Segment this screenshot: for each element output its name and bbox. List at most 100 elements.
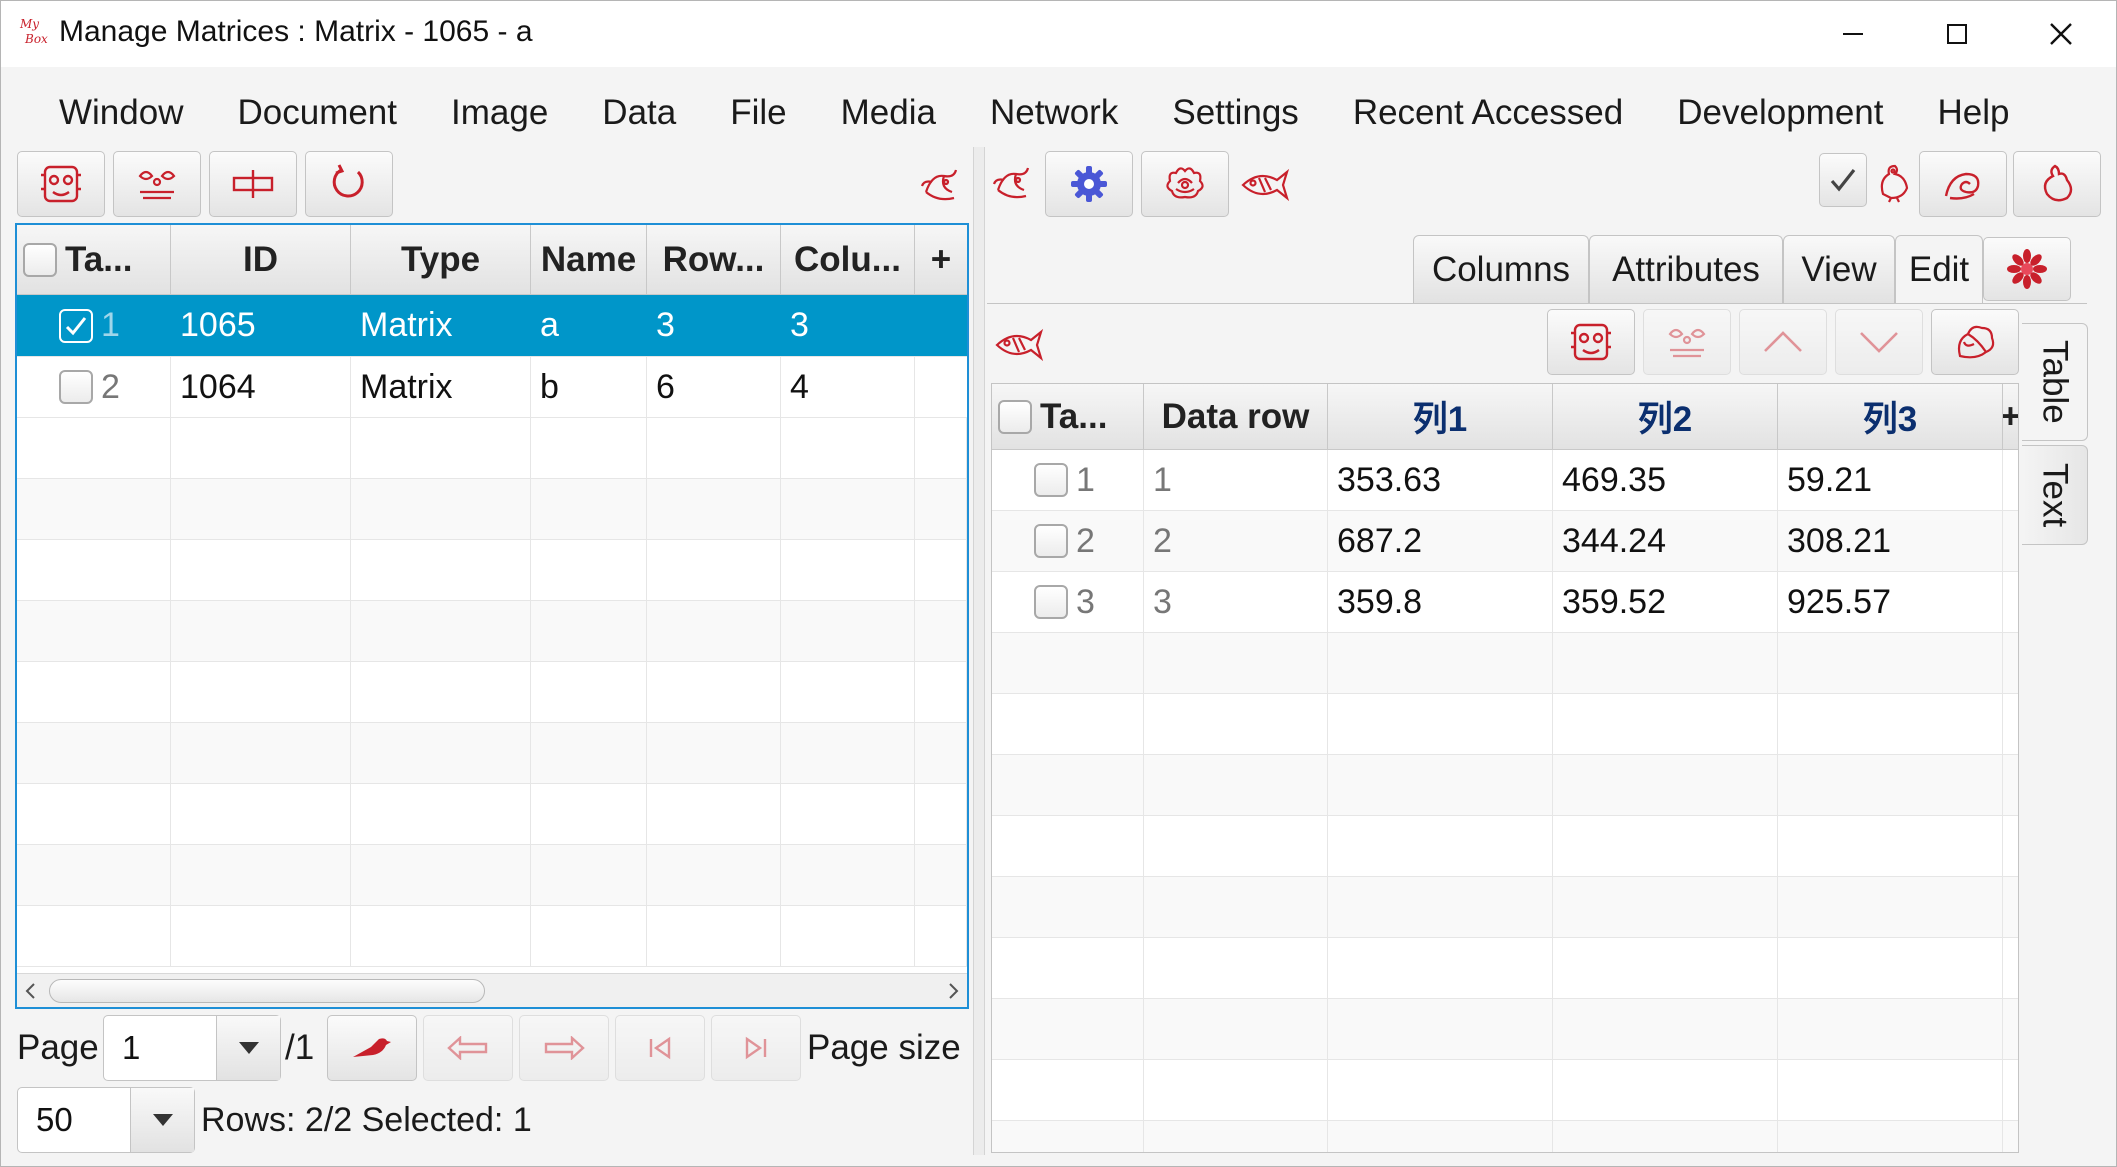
side-tab-table[interactable]: Table [2022,323,2088,441]
empty-cell [351,906,531,966]
tab-columns[interactable]: Columns [1413,235,1589,303]
column-header-type[interactable]: Type [351,225,531,294]
column-header-table-index[interactable]: Ta... [992,384,1144,449]
maximize-button[interactable] [1905,1,2009,67]
refresh-icon [332,164,364,198]
tab-menu-button[interactable] [1983,237,2071,301]
empty-rows [992,633,2018,1152]
empty-cell [2003,1121,2018,1152]
empty-cell [531,662,647,722]
column-header-columns[interactable]: Colu... [781,225,915,294]
table-row[interactable]: 3 3 359.8 359.52 925.57 [992,572,2018,633]
menu-settings[interactable]: Settings [1145,93,1325,133]
last-page-button[interactable] [711,1015,801,1081]
column-header-col3[interactable]: 列3 [1778,384,2003,449]
menu-file[interactable]: File [703,93,813,133]
more-functions-button[interactable] [2013,151,2101,217]
page-size-combo[interactable]: 50 [17,1087,195,1153]
column-header-table-index[interactable]: Ta... [17,225,171,294]
page-number-combo[interactable]: 1 [103,1015,281,1081]
split-pane-divider[interactable] [973,147,985,1155]
tab-edit[interactable]: Edit [1895,235,1983,303]
horizontal-scroll-thumb[interactable] [49,979,485,1003]
toggle-option-checkbox[interactable] [1819,153,1867,207]
cell-col2[interactable]: 359.52 [1553,572,1778,632]
row-checkbox[interactable] [1034,524,1068,558]
delete-rows-button[interactable] [1643,309,1731,375]
table-row[interactable]: 1 1 353.63 469.35 59.21 [992,450,2018,511]
data-menu-button[interactable] [1237,157,1293,213]
column-header-name[interactable]: Name [531,225,647,294]
side-tab-text[interactable]: Text [2022,445,2088,545]
data-functions-button[interactable] [1931,309,2019,375]
page-dropdown-button[interactable] [216,1016,280,1080]
data-table-menu-button[interactable] [991,317,1047,373]
data-definition-button[interactable] [1141,151,1229,217]
menu-help[interactable]: Help [1910,93,2036,133]
side-tab-table-label: Table [2035,340,2075,424]
row-checkbox[interactable] [1034,585,1068,619]
column-header-col1[interactable]: 列1 [1328,384,1553,449]
table-row[interactable]: 2 1064 Matrix b 6 4 [17,357,967,418]
menu-data[interactable]: Data [575,93,703,133]
page-size-value[interactable]: 50 [18,1088,130,1152]
cell-col3[interactable]: 308.21 [1778,511,2003,571]
matrix-add-button[interactable] [17,151,105,217]
move-up-button[interactable] [1739,309,1827,375]
empty-cell [1778,1060,2003,1120]
menu-document[interactable]: Document [210,93,424,133]
menu-image[interactable]: Image [424,93,575,133]
cell-col3[interactable]: 925.57 [1778,572,2003,632]
column-header-data-row[interactable]: Data row [1144,384,1328,449]
cell-col1[interactable]: 687.2 [1328,511,1553,571]
empty-cell [351,418,531,478]
select-all-checkbox[interactable] [23,242,57,277]
empty-cell [531,723,647,783]
horizontal-scrollbar[interactable] [17,973,967,1007]
table-row[interactable]: 2 2 687.2 344.24 308.21 [992,511,2018,572]
close-button[interactable] [2009,1,2113,67]
cell-col1[interactable]: 353.63 [1328,450,1553,510]
cell-col2[interactable]: 469.35 [1553,450,1778,510]
save-button[interactable] [1919,151,2007,217]
next-page-button[interactable] [519,1015,609,1081]
move-down-button[interactable] [1835,309,1923,375]
go-page-button[interactable] [327,1015,417,1081]
matrix-refresh-button[interactable] [305,151,393,217]
menu-media[interactable]: Media [814,93,963,133]
select-all-checkbox[interactable] [998,399,1032,434]
row-checkbox[interactable] [59,308,93,343]
matrix-clear-button[interactable] [209,151,297,217]
matrix-copy-button[interactable] [113,151,201,217]
column-header-rows[interactable]: Row... [647,225,781,294]
table-row[interactable]: 1 1065 Matrix a 3 3 [17,295,967,357]
empty-cell [781,662,915,722]
minimize-button[interactable] [1801,1,1905,67]
add-rows-button[interactable] [1547,309,1635,375]
cell-rows: 3 [647,295,781,356]
add-column-button[interactable]: + [915,225,967,294]
column-header-col2[interactable]: 列2 [1553,384,1778,449]
column-header-id[interactable]: ID [171,225,351,294]
row-checkbox[interactable] [1034,463,1068,497]
toggle-option-label[interactable] [1869,157,1917,209]
options-button[interactable] [1045,151,1133,217]
menu-window[interactable]: Window [13,93,210,133]
cell-col2[interactable]: 344.24 [1553,511,1778,571]
cell-col1[interactable]: 359.8 [1328,572,1553,632]
add-column-button[interactable]: + [2003,384,2018,449]
right-pane-menu-button[interactable] [987,155,1039,211]
tab-attributes[interactable]: Attributes [1589,235,1783,303]
menu-recent-accessed[interactable]: Recent Accessed [1326,93,1650,133]
left-pane-menu-button[interactable] [913,157,969,213]
first-page-button[interactable] [615,1015,705,1081]
page-number-value[interactable]: 1 [104,1016,216,1080]
cell-col3[interactable]: 59.21 [1778,450,2003,510]
clear-icon [232,170,274,198]
page-size-dropdown-button[interactable] [130,1088,194,1152]
menu-development[interactable]: Development [1650,93,1910,133]
tab-view[interactable]: View [1783,235,1895,303]
row-checkbox[interactable] [59,370,93,404]
previous-page-button[interactable] [423,1015,513,1081]
menu-network[interactable]: Network [963,93,1145,133]
